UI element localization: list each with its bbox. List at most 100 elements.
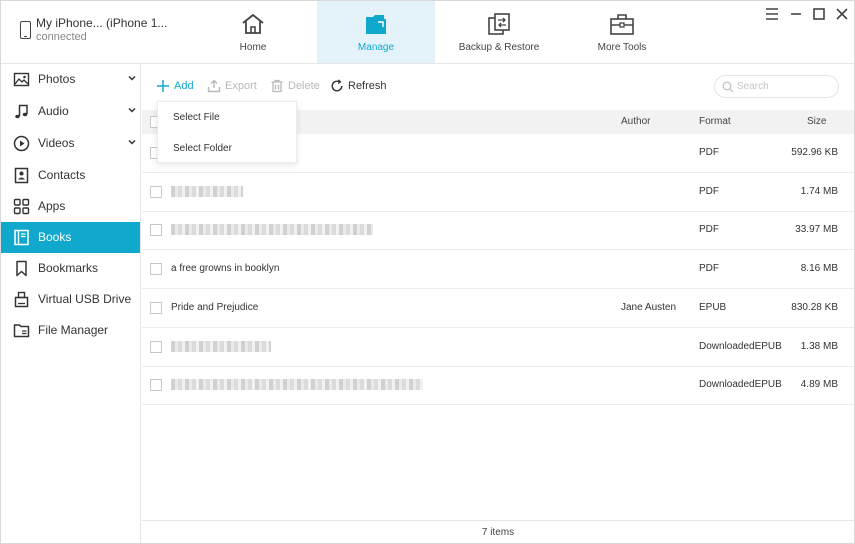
blurred-title <box>171 224 373 236</box>
home-icon <box>242 14 264 34</box>
book-format: PDF <box>699 263 719 275</box>
sidebar-item-label: Photos <box>38 72 76 86</box>
tab-backup-label: Backup & Restore <box>458 42 540 53</box>
export-button-label: Export <box>225 80 257 92</box>
book-icon <box>14 229 29 246</box>
delete-button-label: Delete <box>288 80 320 92</box>
sidebar-item-label: Books <box>38 230 72 244</box>
chevron-down-icon[interactable] <box>128 138 136 146</box>
delete-button[interactable]: Delete <box>270 78 320 96</box>
status-bar: 7 items <box>142 520 854 543</box>
file-manager-icon <box>13 324 30 338</box>
menu-item-label: Select Folder <box>173 143 232 154</box>
sidebar: Photos Audio Videos Contacts Apps Books … <box>1 64 141 543</box>
sidebar-item-audio[interactable]: Audio <box>1 96 140 127</box>
tab-home[interactable]: Home <box>194 1 312 63</box>
row-checkbox[interactable] <box>150 263 162 276</box>
add-button[interactable]: Add <box>156 78 196 96</box>
row-checkbox[interactable] <box>150 185 162 198</box>
sidebar-item-label: File Manager <box>38 323 109 337</box>
chevron-down-icon[interactable] <box>128 106 136 114</box>
book-title: Pride and Prejudice <box>171 301 259 313</box>
sidebar-item-label: Virtual USB Drive <box>38 292 132 306</box>
books-table: Author Format Size PDF 592.96 KB PDF 1.74 M… <box>142 110 854 520</box>
maximize-icon[interactable] <box>811 7 827 21</box>
search-box[interactable] <box>714 75 839 98</box>
sidebar-item-file-manager[interactable]: File Manager <box>1 315 140 346</box>
photo-icon <box>13 72 30 87</box>
book-size: 1.74 MB <box>800 185 838 197</box>
device-selector[interactable]: My iPhone... (iPhone 1... connected <box>17 15 192 51</box>
book-format: EPUB <box>699 301 727 313</box>
menu-item-select-folder[interactable]: Select Folder <box>158 134 296 164</box>
book-format: PDF <box>699 224 719 236</box>
book-size: 33.97 MB <box>795 224 838 236</box>
blurred-title <box>171 379 423 391</box>
app-window: My iPhone... (iPhone 1... connected Home… <box>0 0 855 544</box>
book-format: DownloadedEPUB <box>699 379 782 391</box>
table-row[interactable]: PDF 33.97 MB <box>142 211 854 251</box>
export-icon <box>207 79 221 93</box>
phone-icon <box>20 21 31 39</box>
folder-icon <box>366 15 386 34</box>
menu-icon[interactable] <box>764 7 780 21</box>
top-bar: My iPhone... (iPhone 1... connected Home… <box>1 1 854 64</box>
device-status: connected <box>36 31 87 43</box>
device-name: My iPhone... (iPhone 1... <box>36 16 168 30</box>
toolbox-icon <box>610 14 634 35</box>
search-input[interactable] <box>737 79 832 94</box>
table-row[interactable]: DownloadedEPUB 4.89 MB <box>142 366 854 406</box>
chevron-down-icon[interactable] <box>128 74 136 82</box>
contact-icon <box>14 167 29 184</box>
add-button-label: Add <box>174 80 194 92</box>
book-size: 830.28 KB <box>791 301 838 313</box>
sidebar-item-videos[interactable]: Videos <box>1 128 140 159</box>
blurred-title <box>171 185 243 197</box>
tab-backup-restore[interactable]: Backup & Restore <box>440 1 558 63</box>
sidebar-item-virtual-usb-drive[interactable]: Virtual USB Drive <box>1 284 140 315</box>
menu-item-select-file[interactable]: Select File <box>158 103 296 133</box>
row-checkbox[interactable] <box>150 340 162 353</box>
play-circle-icon <box>13 135 30 152</box>
column-format[interactable]: Format <box>699 116 731 127</box>
tab-more-tools[interactable]: More Tools <box>563 1 681 63</box>
refresh-button[interactable]: Refresh <box>330 78 390 96</box>
book-size: 4.89 MB <box>800 379 838 391</box>
refresh-button-label: Refresh <box>348 80 387 92</box>
table-row[interactable]: DownloadedEPUB 1.38 MB <box>142 328 854 367</box>
book-size: 1.38 MB <box>800 340 838 352</box>
book-author: Jane Austen <box>621 301 677 313</box>
backup-restore-icon <box>488 13 510 35</box>
book-format: DownloadedEPUB <box>699 340 782 352</box>
row-checkbox[interactable] <box>150 224 162 237</box>
add-dropdown-menu: Select File Select Folder <box>157 101 297 163</box>
book-format: PDF <box>699 147 719 158</box>
column-author[interactable]: Author <box>621 116 650 127</box>
sidebar-item-books[interactable]: Books <box>1 222 140 253</box>
table-row[interactable]: a free growns in booklyn PDF 8.16 MB <box>142 250 854 290</box>
book-size: 592.96 KB <box>791 147 838 158</box>
close-icon[interactable] <box>834 7 850 21</box>
sidebar-item-label: Videos <box>38 136 75 150</box>
column-size[interactable]: Size <box>807 116 826 127</box>
item-count: 7 items <box>481 527 515 538</box>
sidebar-item-apps[interactable]: Apps <box>1 191 140 222</box>
book-size: 8.16 MB <box>800 263 838 275</box>
table-row[interactable]: Pride and Prejudice Jane Austen EPUB 830.28… <box>142 289 854 328</box>
sidebar-item-label: Contacts <box>38 168 86 182</box>
minimize-icon[interactable] <box>788 7 804 21</box>
row-checkbox[interactable] <box>150 379 162 392</box>
tab-home-label: Home <box>239 42 267 53</box>
tab-manage-label: Manage <box>357 42 395 53</box>
row-checkbox[interactable] <box>150 301 162 314</box>
export-button[interactable]: Export <box>207 78 259 96</box>
table-row[interactable]: PDF 1.74 MB <box>142 173 854 212</box>
book-format: PDF <box>699 185 719 197</box>
sidebar-item-bookmarks[interactable]: Bookmarks <box>1 253 140 284</box>
tab-manage[interactable]: Manage <box>317 1 435 63</box>
trash-icon <box>271 79 283 93</box>
apps-grid-icon <box>13 198 30 215</box>
sidebar-item-label: Audio <box>38 104 69 118</box>
sidebar-item-contacts[interactable]: Contacts <box>1 160 140 191</box>
sidebar-item-photos[interactable]: Photos <box>1 64 140 95</box>
